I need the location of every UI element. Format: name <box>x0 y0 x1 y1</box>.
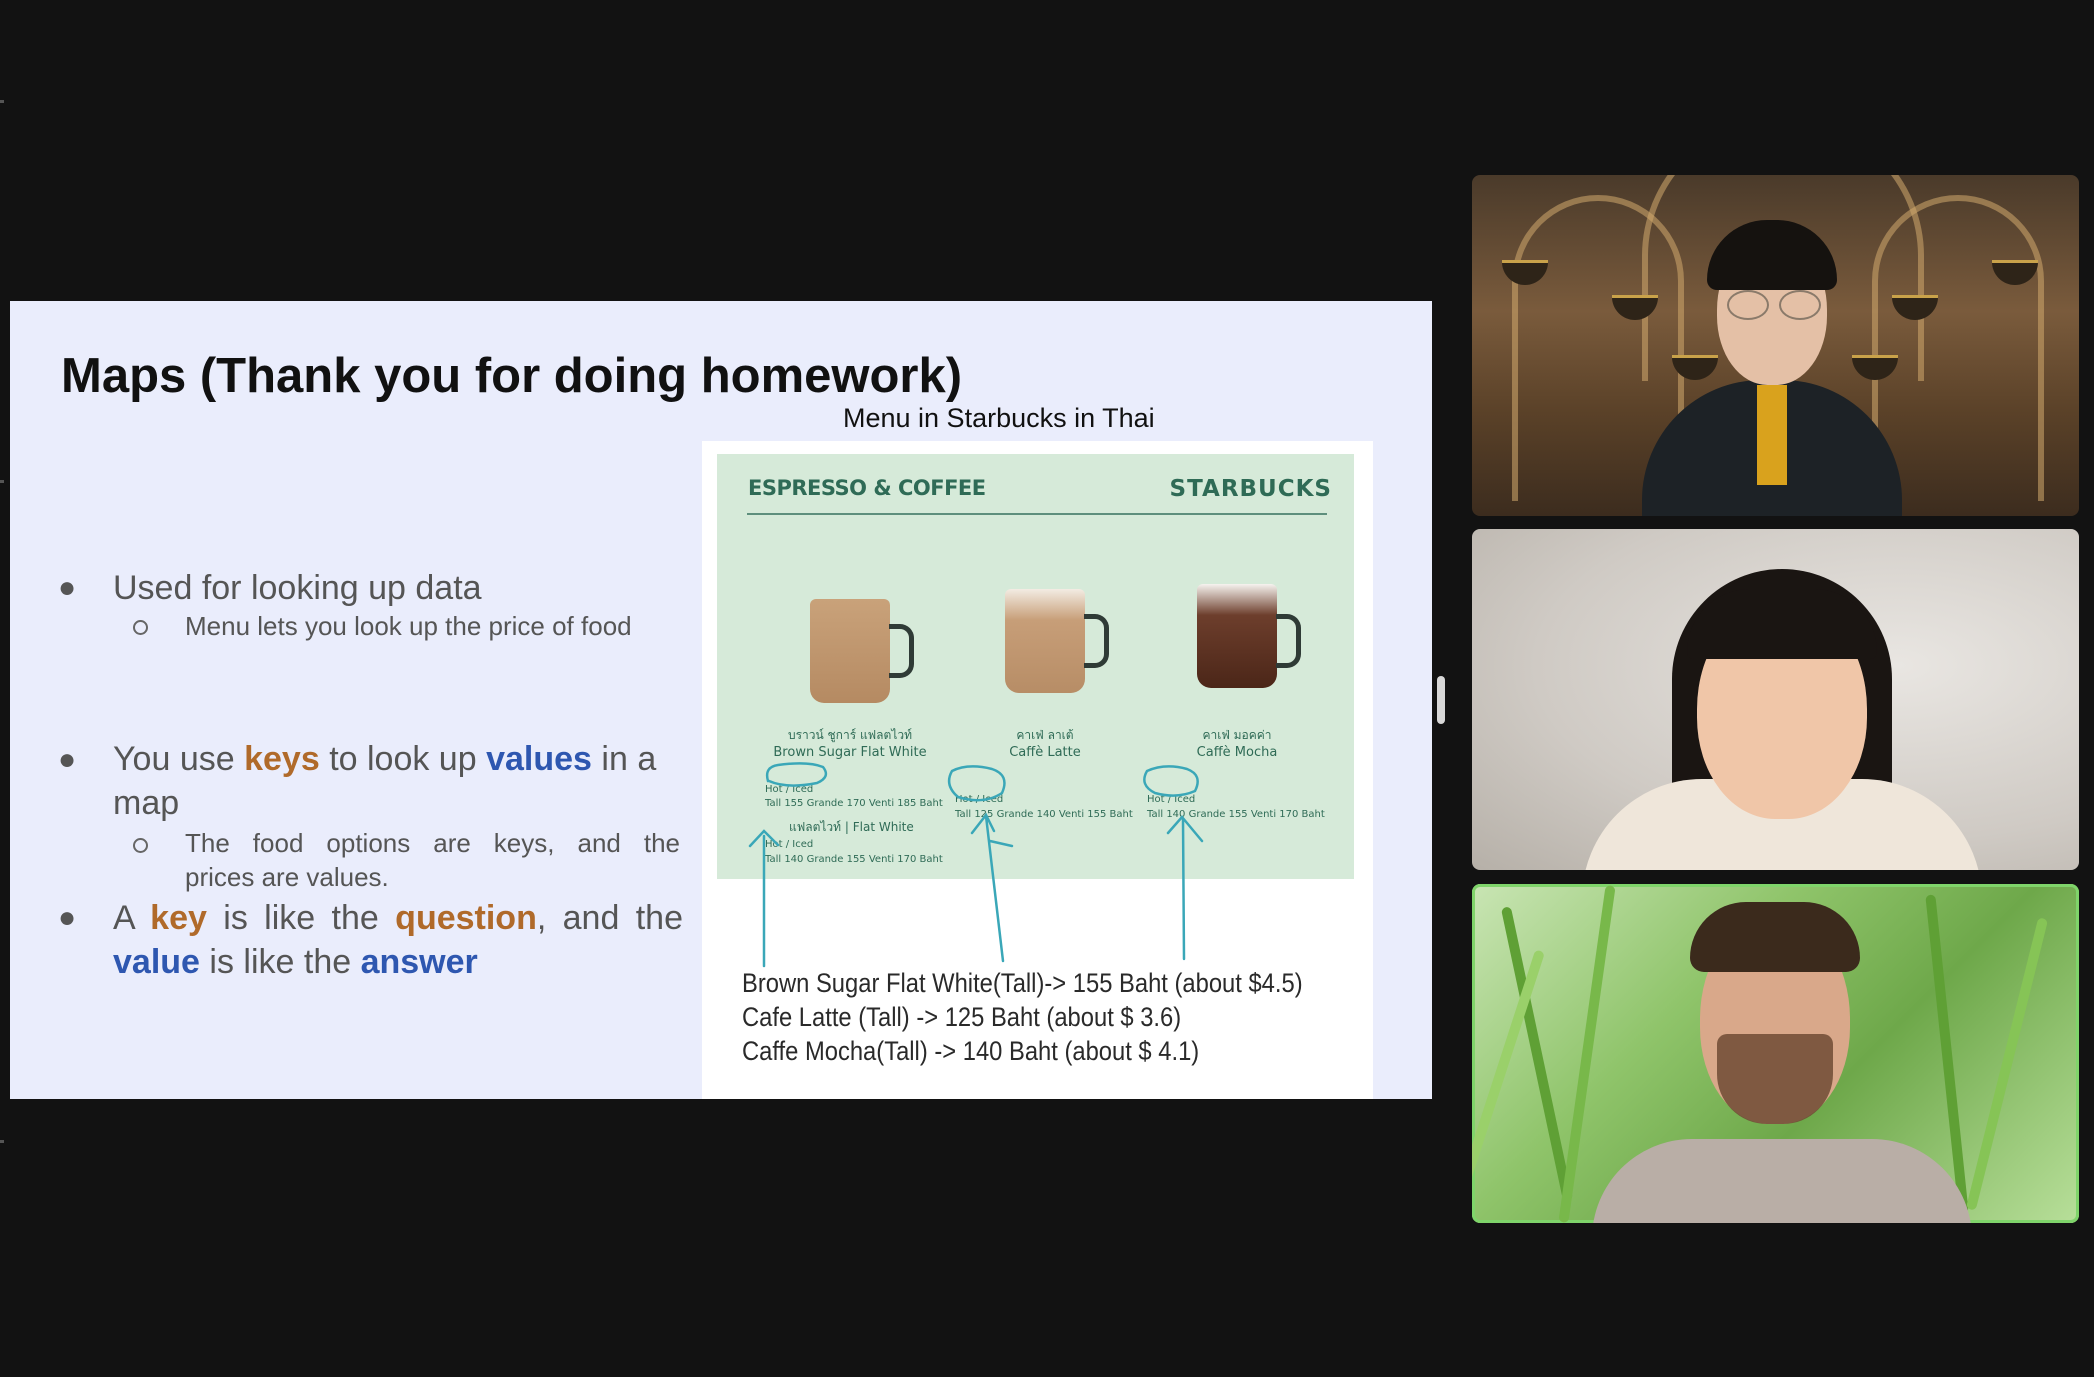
keyword-keys: keys <box>244 740 320 778</box>
circle-annotation <box>947 765 1006 802</box>
arrow-annotation <box>748 829 780 968</box>
bullet-2-sub-line2: prices are values. <box>185 862 389 892</box>
participant-video-1[interactable] <box>1472 175 2079 516</box>
bullet-2-line2: map <box>113 784 180 822</box>
bullet-2-sub-line1: The food options are keys, and the <box>185 828 680 858</box>
bullet-dot: ● <box>58 901 77 934</box>
bullet-3-text: , and the <box>536 899 683 937</box>
bullet-3-text: is like the <box>223 899 379 937</box>
grass-blade <box>1472 949 1546 1219</box>
scroll-mark <box>0 480 4 483</box>
participant-beard <box>1717 1034 1833 1124</box>
keyword-values: values <box>486 740 592 778</box>
bullet-2-text: in a <box>601 740 657 778</box>
sub-bullet-ring <box>133 620 148 635</box>
keyword-key: key <box>150 899 207 937</box>
participant-hair <box>1690 902 1860 972</box>
grass-blade <box>1558 884 1616 1223</box>
shirt <box>1757 385 1787 485</box>
keyword-value: value <box>113 943 200 981</box>
keyword-answer: answer <box>360 943 478 981</box>
participant-body <box>1592 1139 1972 1223</box>
arrow-annotation <box>1166 815 1204 961</box>
scroll-mark <box>0 1140 4 1143</box>
answer-line-1: Brown Sugar Flat White(Tall)-> 155 Baht … <box>742 968 1303 998</box>
panel-resize-handle[interactable] <box>1437 676 1445 724</box>
bullet-3-text: A <box>113 899 134 937</box>
bullet-2: You use keys to look up values in a <box>113 737 683 781</box>
bullet-1-sub: Menu lets you look up the price of food <box>185 611 632 641</box>
bullet-1: Used for looking up data <box>113 569 482 607</box>
answer-line-2: Cafe Latte (Tall) -> 125 Baht (about $ 3… <box>742 1002 1182 1032</box>
bullet-2-text: You use <box>113 740 235 778</box>
grass-blade <box>1965 917 2049 1211</box>
slide-title: Maps (Thank you for doing homework) <box>61 349 963 403</box>
bullet-3-line2: value is like the answer <box>113 940 478 984</box>
arrow-annotation <box>970 812 1014 963</box>
keyword-question: question <box>395 899 537 937</box>
glasses-icon <box>1727 290 1769 320</box>
bullet-3: A key is like the question, and the <box>113 896 683 940</box>
bullet-dot: ● <box>58 743 77 776</box>
participant-hair <box>1687 589 1877 659</box>
bullet-dot: ● <box>58 571 77 604</box>
circle-annotation <box>1143 765 1199 797</box>
price-answers: Brown Sugar Flat White(Tall)-> 155 Baht … <box>742 966 1303 1068</box>
scroll-mark <box>0 100 4 103</box>
participant-video-2[interactable] <box>1472 529 2079 870</box>
glasses-icon <box>1779 290 1821 320</box>
bullet-2-text: to look up <box>329 740 477 778</box>
starbucks-menu-image: ESPRESSO & COFFEE STARBUCKS บราวน์ ชูการ… <box>702 441 1373 1099</box>
menu-caption: Menu in Starbucks in Thai <box>843 403 1155 433</box>
shared-screen-slide: Maps (Thank you for doing homework) Menu… <box>10 301 1432 1099</box>
bullet-2-sub: The food options are keys, and the price… <box>185 826 680 894</box>
participant-video-3[interactable] <box>1472 884 2079 1223</box>
circle-annotation <box>765 762 828 787</box>
bullet-3-text: is like the <box>209 943 352 981</box>
answer-line-3: Caffe Mocha(Tall) -> 140 Baht (about $ 4… <box>742 1036 1200 1066</box>
sub-bullet-ring <box>133 838 148 853</box>
